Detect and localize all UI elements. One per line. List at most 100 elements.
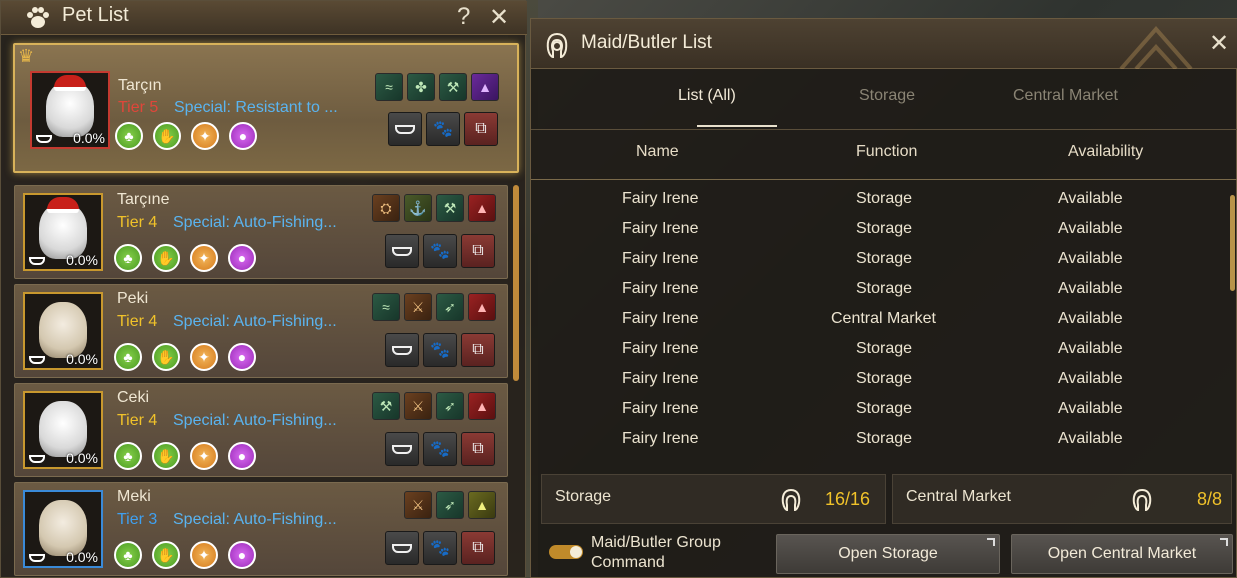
compass-action-icon[interactable]: ✦ bbox=[190, 541, 218, 569]
paw-button[interactable]: 🐾 bbox=[423, 333, 457, 367]
compass-action-icon[interactable]: ✦ bbox=[190, 343, 218, 371]
maid-butler-header[interactable]: Maid/Butler List ✕ bbox=[531, 19, 1237, 69]
pet-card-meki[interactable]: 0.0% Meki Tier 3 Special: Auto-Fishing..… bbox=[14, 482, 508, 576]
maid-list-scrollbar[interactable] bbox=[1230, 195, 1235, 291]
external-corner-icon bbox=[1220, 538, 1228, 546]
hunger-percent: 0.0% bbox=[66, 450, 98, 466]
tab-list-all[interactable]: List (All) bbox=[678, 87, 736, 105]
pet-tier: Tier 4 bbox=[117, 412, 158, 429]
cat-action-icon[interactable]: ♣ bbox=[114, 541, 142, 569]
hunger-percent: 0.0% bbox=[66, 549, 98, 565]
hand-action-icon[interactable]: ✋ bbox=[152, 343, 180, 371]
pet-card-tarcine[interactable]: 0.0% Tarçıne Tier 4 Special: Auto-Fishin… bbox=[14, 185, 508, 279]
maid-row[interactable]: Fairy Irene Storage Available bbox=[531, 220, 1226, 250]
close-pet-list-button[interactable]: ✕ bbox=[489, 3, 509, 32]
group-command-label: Maid/Butler Group Command bbox=[591, 534, 721, 571]
storage-count-box: Storage 16/16 bbox=[541, 474, 886, 524]
column-header-function: Function bbox=[856, 143, 918, 160]
hand-action-icon[interactable]: ✋ bbox=[153, 122, 181, 150]
person-action-icon[interactable]: ● bbox=[228, 244, 256, 272]
pet-name: Tarçıne bbox=[117, 191, 170, 208]
maid-name: Fairy Irene bbox=[622, 190, 699, 207]
person-action-icon[interactable]: ● bbox=[228, 343, 256, 371]
carriage-skill-icon: ⛭ bbox=[372, 194, 400, 222]
feed-button[interactable] bbox=[388, 112, 422, 146]
pet-image bbox=[39, 500, 87, 556]
pet-card-peki[interactable]: 0.0% Peki Tier 4 Special: Auto-Fishing..… bbox=[14, 284, 508, 378]
pet-image bbox=[39, 302, 87, 358]
food-bowl-icon bbox=[36, 135, 52, 143]
maid-row[interactable]: Fairy Irene Central Market Available bbox=[531, 310, 1226, 340]
person-action-icon[interactable]: ● bbox=[228, 442, 256, 470]
maid-function: Storage bbox=[856, 340, 913, 357]
pet-list-scrollbar[interactable] bbox=[513, 185, 519, 381]
pet-portrait: 0.0% bbox=[23, 490, 103, 568]
maid-row[interactable]: Fairy Irene Storage Available bbox=[531, 280, 1226, 310]
paw-icon bbox=[27, 7, 49, 28]
open-central-market-button[interactable]: Open Central Market bbox=[1011, 534, 1233, 574]
maid-availability: Available bbox=[1058, 340, 1123, 357]
axe-skill-icon: ⚔ bbox=[404, 491, 432, 519]
storage-count-label: Storage bbox=[555, 488, 612, 505]
potion-skill-icon: ▲ bbox=[468, 194, 496, 222]
seal-pet-button[interactable]: ⧉ bbox=[461, 234, 495, 268]
seal-pet-button[interactable]: ⧉ bbox=[464, 112, 498, 146]
axe-skill-icon: ⚔ bbox=[404, 293, 432, 321]
maid-availability: Available bbox=[1058, 400, 1123, 417]
paw-button[interactable]: 🐾 bbox=[423, 234, 457, 268]
maid-function: Storage bbox=[856, 370, 913, 387]
close-maid-list-button[interactable]: ✕ bbox=[1209, 29, 1229, 58]
maid-row[interactable]: Fairy Irene Storage Available bbox=[531, 340, 1226, 370]
feed-button[interactable] bbox=[385, 432, 419, 466]
rope-skill-icon: ⚓ bbox=[404, 194, 432, 222]
maid-name: Fairy Irene bbox=[622, 340, 699, 357]
cat-action-icon[interactable]: ♣ bbox=[114, 244, 142, 272]
maid-row[interactable]: Fairy Irene Storage Available bbox=[531, 250, 1226, 280]
tab-central-market[interactable]: Central Market bbox=[1013, 87, 1118, 105]
maid-row[interactable]: Fairy Irene Storage Available bbox=[531, 400, 1226, 430]
help-button[interactable]: ? bbox=[457, 3, 470, 31]
maid-row[interactable]: Fairy Irene Storage Available bbox=[531, 430, 1226, 460]
hand-action-icon[interactable]: ✋ bbox=[152, 541, 180, 569]
compass-action-icon[interactable]: ✦ bbox=[190, 244, 218, 272]
feed-button[interactable] bbox=[385, 234, 419, 268]
open-storage-button[interactable]: Open Storage bbox=[776, 534, 1000, 574]
cat-action-icon[interactable]: ♣ bbox=[114, 343, 142, 371]
pet-portrait: 0.0% bbox=[30, 71, 110, 149]
pet-card-tarcin[interactable]: ♛ 0.0% Tarçın Tier 5 Special: Resistant … bbox=[13, 43, 519, 173]
paw-button[interactable]: 🐾 bbox=[426, 112, 460, 146]
pet-card-ceki[interactable]: 0.0% Ceki Tier 4 Special: Auto-Fishing..… bbox=[14, 383, 508, 477]
hand-action-icon[interactable]: ✋ bbox=[152, 244, 180, 272]
fish-skill-icon: ≈ bbox=[372, 293, 400, 321]
maid-row[interactable]: Fairy Irene Storage Available bbox=[531, 370, 1226, 400]
feed-button[interactable] bbox=[385, 333, 419, 367]
paw-button[interactable]: 🐾 bbox=[423, 432, 457, 466]
seal-pet-button[interactable]: ⧉ bbox=[461, 432, 495, 466]
header-divider bbox=[531, 179, 1237, 180]
market-count-label: Central Market bbox=[906, 488, 1011, 505]
cat-action-icon[interactable]: ♣ bbox=[114, 442, 142, 470]
food-bowl-icon bbox=[29, 356, 45, 364]
maid-butler-title: Maid/Butler List bbox=[581, 32, 712, 53]
maid-function: Storage bbox=[856, 400, 913, 417]
maid-function: Storage bbox=[856, 220, 913, 237]
person-action-icon[interactable]: ● bbox=[228, 541, 256, 569]
person-action-icon[interactable]: ● bbox=[229, 122, 257, 150]
hand-action-icon[interactable]: ✋ bbox=[152, 442, 180, 470]
compass-action-icon[interactable]: ✦ bbox=[190, 442, 218, 470]
maid-function: Central Market bbox=[831, 310, 936, 327]
group-command-toggle[interactable] bbox=[549, 545, 583, 559]
tab-storage[interactable]: Storage bbox=[859, 87, 915, 105]
seal-pet-button[interactable]: ⧉ bbox=[461, 531, 495, 565]
maid-function: Storage bbox=[856, 430, 913, 447]
maid-icon bbox=[1132, 488, 1152, 512]
compass-action-icon[interactable]: ✦ bbox=[191, 122, 219, 150]
paw-button[interactable]: 🐾 bbox=[423, 531, 457, 565]
maid-row[interactable]: Fairy Irene Storage Available bbox=[531, 190, 1226, 220]
pet-list-header[interactable]: Pet List ? ✕ bbox=[1, 1, 527, 35]
hunger-percent: 0.0% bbox=[66, 252, 98, 268]
pet-image bbox=[46, 75, 94, 137]
feed-button[interactable] bbox=[385, 531, 419, 565]
seal-pet-button[interactable]: ⧉ bbox=[461, 333, 495, 367]
cat-action-icon[interactable]: ♣ bbox=[115, 122, 143, 150]
